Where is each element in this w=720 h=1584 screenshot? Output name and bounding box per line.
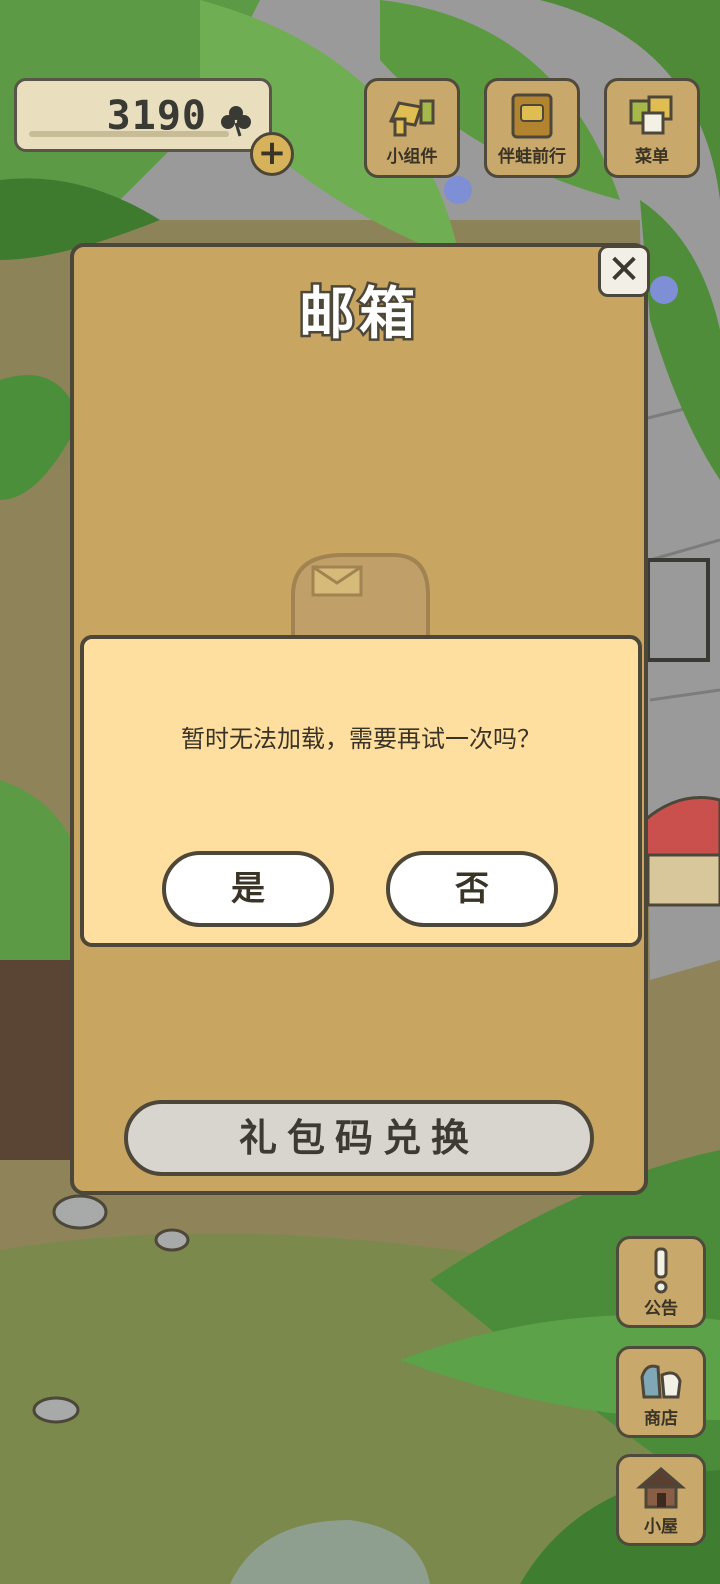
menu-button[interactable]: 菜单	[604, 78, 700, 178]
widget-label: 小组件	[386, 147, 438, 167]
clover-bar	[29, 131, 229, 137]
no-button[interactable]: 否	[386, 851, 558, 927]
announcement-label: 公告	[644, 1299, 678, 1319]
house-label: 小屋	[644, 1517, 678, 1537]
add-clover-button[interactable]: +	[250, 132, 294, 176]
mailbox-title: 邮箱	[297, 280, 419, 350]
frog-companion-label: 伴蛙前行	[498, 147, 566, 167]
clover-counter: 3190	[14, 78, 272, 152]
menu-label: 菜单	[635, 147, 669, 167]
yes-button[interactable]: 是	[162, 851, 334, 927]
shop-button[interactable]: 商店	[616, 1346, 706, 1438]
widget-icon	[388, 99, 435, 137]
widget-button[interactable]: 小组件	[364, 78, 460, 178]
house-icon	[636, 1467, 686, 1509]
menu-icon	[629, 95, 673, 135]
frog-companion-button[interactable]: 伴蛙前行	[484, 78, 580, 178]
shop-icon	[640, 1364, 682, 1399]
dialog-message: 暂时无法加载，需要再试一次吗？	[181, 725, 541, 753]
retry-dialog: 暂时无法加载，需要再试一次吗？ 是 否	[80, 635, 642, 947]
shop-label: 商店	[644, 1409, 678, 1429]
announcement-icon	[654, 1247, 668, 1294]
close-button[interactable]: ✕	[598, 245, 650, 297]
redeem-code-button[interactable]: 礼包码兑换	[124, 1100, 594, 1176]
announcement-button[interactable]: 公告	[616, 1236, 706, 1328]
house-button[interactable]: 小屋	[616, 1454, 706, 1546]
frog-companion-icon	[511, 93, 553, 139]
mailbox-icon	[291, 553, 430, 645]
